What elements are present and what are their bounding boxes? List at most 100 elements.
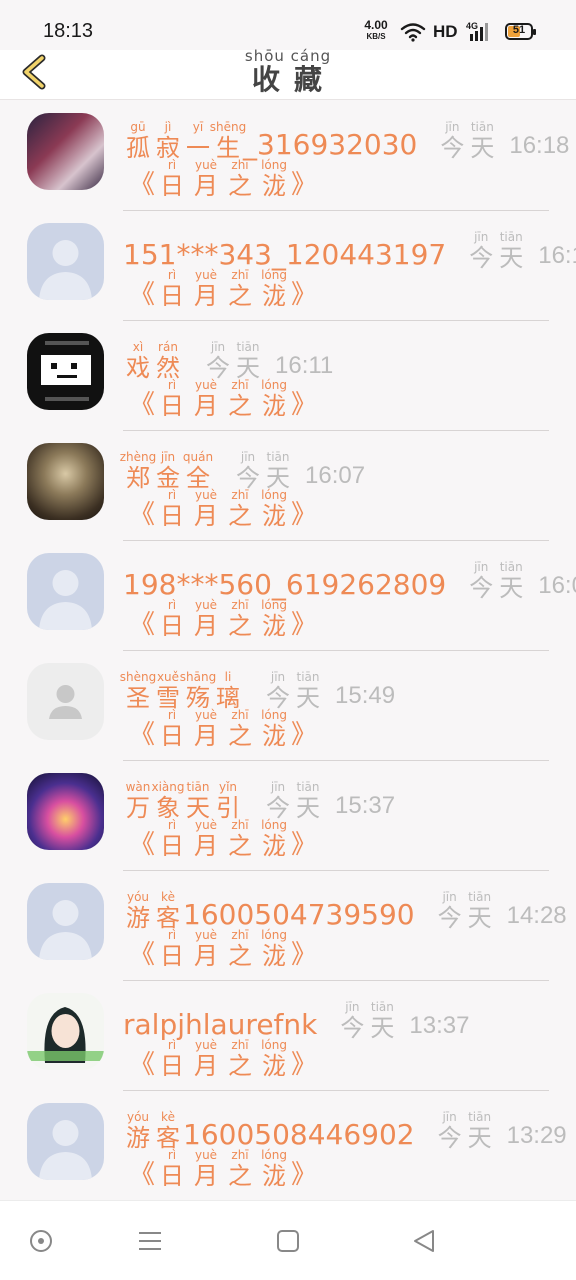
day-label-char: tiān 天 <box>467 121 497 161</box>
book-title-open-bracket: 《 <box>129 830 156 860</box>
status-time: 18:13 <box>43 20 94 42</box>
book-title-char: rì 日 <box>155 489 189 529</box>
favorite-list-item[interactable]: yóu 游 kè 客 1600504739590 jīn 今 tiān 天 14:28 《 rì 日 yu… <box>0 871 576 981</box>
avatar[interactable] <box>27 333 104 410</box>
user-name-pinyin: kè <box>161 1110 175 1124</box>
book-title-char: yuè 月 <box>189 709 223 749</box>
day-label-pinyin: tiān <box>266 450 290 464</box>
book-title-char: lóng 泷 <box>257 489 291 529</box>
user-name-line: yóu 游 kè 客 1600504739590 jīn 今 tiān 天 14:28 <box>123 891 567 931</box>
status-bar: 18:13 4.00 KB/S HD 4G 51 <box>0 0 576 50</box>
book-title-pinyin: lóng <box>261 598 287 612</box>
book-title-open-bracket: 《 <box>129 720 156 750</box>
avatar[interactable] <box>27 993 104 1070</box>
book-title-char: zhī 之 <box>223 159 257 199</box>
user-name-char: zhèng 郑 <box>120 451 157 491</box>
book-title-open-bracket: 《 <box>129 390 156 420</box>
user-name-pinyin: rán <box>158 340 178 354</box>
book-title-char: zhī 之 <box>223 599 257 639</box>
day-label-pinyin: tiān <box>468 1110 492 1124</box>
page-title: shōu cáng 收藏 <box>0 47 576 95</box>
book-title-char: zhī 之 <box>223 489 257 529</box>
book-title-open-bracket: 《 <box>129 280 156 310</box>
book-title-char: yuè 月 <box>189 929 223 969</box>
user-name-line: shèng 圣 xuě 雪 shāng 殇 li 璃 jīn 今 tiān 天 15:49 <box>120 671 395 711</box>
book-title-char: zhī 之 <box>223 379 257 419</box>
book-title-char: rì 日 <box>155 159 189 199</box>
avatar[interactable] <box>27 553 104 630</box>
user-name-line: ralpjhlaurefnk jīn 今 tiān 天 13:37 <box>123 1001 469 1041</box>
timestamp: jīn 今 tiān 天 15:37 <box>263 781 396 821</box>
book-title-char: lóng 泷 <box>257 929 291 969</box>
home-square-icon[interactable] <box>274 1227 302 1255</box>
day-label-pinyin: tiān <box>370 1000 394 1014</box>
day-label-char: jīn 今 <box>435 1111 465 1151</box>
time-text: 16:11 <box>275 352 334 379</box>
book-title: 《 rì 日 yuè 月 zhī 之 lóng 泷》 <box>129 379 317 420</box>
time-text: 13:29 <box>506 1122 567 1149</box>
favorite-list-item[interactable]: gū 孤 jì 寂 yī 一 shēng 生 _316932030 jīn 今 tiān 天 16:18 《… <box>0 101 576 211</box>
user-name-line: wàn 万 xiàng 象 tiān 天 yǐn 引 jīn 今 tiān 天 15:37 <box>123 781 395 821</box>
network-speed: 4.00 KB/S <box>360 18 392 42</box>
book-title-char: zhī 之 <box>223 269 257 309</box>
favorite-list-item[interactable]: yóu 游 kè 客 1600508446902 jīn 今 tiān 天 13:29 《 rì 日 yu… <box>0 1091 576 1201</box>
avatar[interactable] <box>27 883 104 960</box>
day-label-pinyin: tiān <box>296 780 320 794</box>
book-title-char: zhī 之 <box>223 709 257 749</box>
timestamp: jīn 今 tiān 天 16:07 <box>233 451 366 491</box>
favorite-list-item[interactable]: zhèng 郑 jīn 金 quán 全 jīn 今 tiān 天 16:07 《 rì 日 yuè 月 zhī… <box>0 431 576 541</box>
book-title-char: rì 日 <box>155 379 189 419</box>
avatar[interactable] <box>27 1103 104 1180</box>
book-title: 《 rì 日 yuè 月 zhī 之 lóng 泷》 <box>129 159 317 200</box>
favorite-list-item[interactable]: 151***343_120443197 jīn今tiān天 16:11 《rì日yuè… <box>0 211 576 321</box>
day-label-char: jīn 今 <box>466 231 496 271</box>
network-speed-value: 4.00 <box>364 18 388 32</box>
avatar[interactable] <box>27 113 104 190</box>
book-title-char: lóng 泷 <box>257 1149 291 1189</box>
user-name-text: 151***343_120443197 <box>123 238 447 271</box>
book-title-pinyin: lóng <box>261 488 287 502</box>
time-text: 15:37 <box>335 792 396 819</box>
day-label-pinyin: tiān <box>236 340 260 354</box>
user-name-char: wàn 万 <box>123 781 153 821</box>
book-title-char: yuè 月 <box>189 379 223 419</box>
circle-dot-icon[interactable] <box>27 1227 55 1255</box>
user-name-line: 198***560_619262809 jīn今tiān天 16:01 <box>123 561 576 601</box>
favorite-list-item[interactable]: shèng 圣 xuě 雪 shāng 殇 li 璃 jīn 今 tiān 天 15:49 《 rì 日 yuè… <box>0 651 576 761</box>
day-label-char: tiān 天 <box>465 1111 495 1151</box>
favorite-list-item[interactable]: xì 戏 rán 然 jīn 今 tiān 天 16:11 《 rì 日 yuè 月 zhī 之 lóng 泷》 <box>0 321 576 431</box>
book-title-open-bracket: 《 <box>129 1050 156 1080</box>
menu-icon[interactable] <box>136 1227 164 1255</box>
user-name-char: xì 戏 <box>123 341 153 381</box>
network-speed-unit: KB/S <box>366 32 386 41</box>
avatar[interactable] <box>27 223 104 300</box>
book-title-open-bracket: 《 <box>129 610 156 640</box>
favorite-list-item[interactable]: ralpjhlaurefnk jīn 今 tiān 天 13:37 《 rì 日 yuè 月 zhī 之… <box>0 981 576 1091</box>
avatar[interactable] <box>27 663 104 740</box>
back-triangle-icon[interactable] <box>410 1227 438 1255</box>
book-title: 《 rì 日 yuè 月 zhī 之 lóng 泷》 <box>129 1039 317 1080</box>
avatar[interactable] <box>27 773 104 850</box>
book-title-char: yuè 月 <box>189 269 223 309</box>
book-title-char: lóng 泷 <box>257 379 291 419</box>
favorite-list-item[interactable]: 198***560_619262809 jīn今tiān天 16:01 《rì日yuè… <box>0 541 576 651</box>
book-title-char: rì 日 <box>155 819 189 859</box>
book-title-close-bracket: 》 <box>291 940 318 970</box>
time-text: 13:37 <box>409 1012 470 1039</box>
time-text: 16:07 <box>305 462 366 489</box>
day-label-char: jīn 今 <box>435 891 465 931</box>
user-name-line: xì 戏 rán 然 jīn 今 tiān 天 16:11 <box>123 341 333 381</box>
book-title: 《 rì 日 yuè 月 zhī 之 lóng 泷》 <box>129 1149 317 1189</box>
user-name-text: 198***560_619262809 <box>123 568 447 601</box>
book-title: 《 rì 日 yuè 月 zhī 之 lóng 泷》 <box>129 489 317 529</box>
book-title-open-bracket: 《 <box>129 170 156 200</box>
timestamp: jīn 今 tiān 天 16:18 <box>437 121 569 161</box>
user-name-pinyin: kè <box>161 890 175 904</box>
user-name-text: ralpjhlaurefnk <box>123 1008 318 1041</box>
user-name-line: 151***343_120443197 jīn今tiān天 16:11 <box>123 231 576 271</box>
book-title-pinyin: lóng <box>261 378 287 392</box>
avatar[interactable] <box>27 443 104 520</box>
user-name-line: gū 孤 jì 寂 yī 一 shēng 生 _316932030 jīn 今 tiān 天 16:18 <box>123 121 569 161</box>
favorite-list-item[interactable]: wàn 万 xiàng 象 tiān 天 yǐn 引 jīn 今 tiān 天 15:37 《 rì 日 yuè… <box>0 761 576 871</box>
book-title-close-bracket: 》 <box>291 720 318 750</box>
